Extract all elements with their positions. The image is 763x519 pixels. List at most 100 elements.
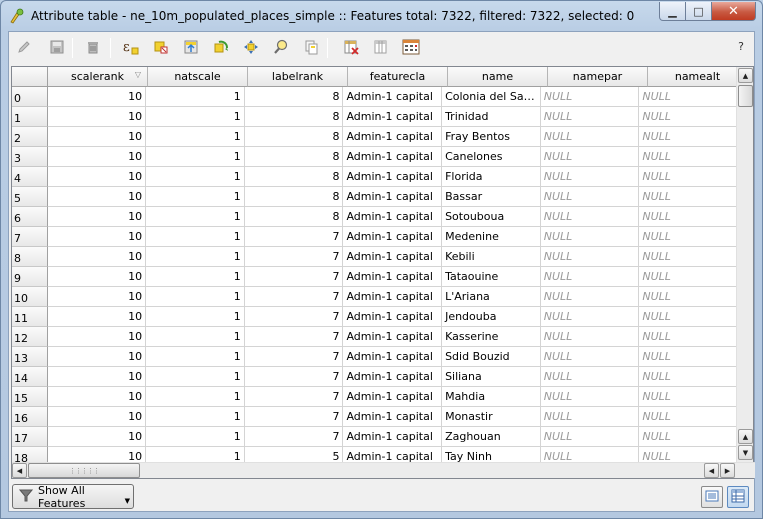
table-row[interactable]: 2 10 1 8 Admin-1 capital Fray Bentos NULL NULL (12, 127, 738, 147)
cell-namealt[interactable]: NULL (639, 427, 738, 447)
cell-natscale[interactable]: 1 (146, 107, 245, 127)
row-header[interactable]: 15 (12, 387, 48, 407)
cell-labelrank[interactable]: 8 (244, 187, 344, 207)
cell-name[interactable]: Trinidad (442, 107, 541, 127)
cell-namealt[interactable]: NULL (639, 147, 738, 167)
cell-namepar[interactable]: NULL (540, 227, 640, 247)
cell-featurecla[interactable]: Admin-1 capital (343, 407, 443, 427)
cell-featurecla[interactable]: Admin-1 capital (343, 127, 443, 147)
cell-scalerank[interactable]: 10 (47, 387, 147, 407)
column-header-labelrank[interactable]: labelrank (248, 67, 348, 87)
cell-featurecla[interactable]: Admin-1 capital (343, 147, 443, 167)
scroll-up-button-lower[interactable]: ▲ (738, 429, 753, 444)
attribute-table[interactable]: scalerank ▽ natscale labelrank featurecla… (11, 66, 755, 479)
table-row[interactable]: 4 10 1 8 Admin-1 capital Florida NULL NULL (12, 167, 738, 187)
row-header[interactable]: 4 (12, 167, 48, 187)
cell-namealt[interactable]: NULL (639, 407, 738, 427)
table-corner-button[interactable] (12, 67, 48, 87)
cell-name[interactable]: Florida (442, 167, 541, 187)
delete-column-button[interactable] (340, 37, 362, 59)
cell-natscale[interactable]: 1 (146, 227, 245, 247)
cell-namepar[interactable]: NULL (540, 247, 640, 267)
cell-natscale[interactable]: 1 (146, 427, 245, 447)
cell-featurecla[interactable]: Admin-1 capital (343, 447, 443, 463)
cell-labelrank[interactable]: 7 (244, 227, 344, 247)
table-row[interactable]: 15 10 1 7 Admin-1 capital Mahdia NULL NULL (12, 387, 738, 407)
row-header[interactable]: 11 (12, 307, 48, 327)
row-header[interactable]: 14 (12, 367, 48, 387)
cell-natscale[interactable]: 1 (146, 87, 245, 107)
column-header-natscale[interactable]: natscale (148, 67, 248, 87)
cell-labelrank[interactable]: 8 (244, 87, 344, 107)
cell-namepar[interactable]: NULL (540, 327, 640, 347)
cell-scalerank[interactable]: 10 (47, 87, 147, 107)
table-row[interactable]: 8 10 1 7 Admin-1 capital Kebili NULL NULL (12, 247, 738, 267)
cell-labelrank[interactable]: 8 (244, 127, 344, 147)
form-view-button[interactable] (701, 486, 723, 508)
table-row[interactable]: 18 10 1 5 Admin-1 capital Tay Ninh NULL NULL (12, 447, 738, 463)
cell-natscale[interactable]: 1 (146, 167, 245, 187)
cell-name[interactable]: L'Ariana (442, 287, 541, 307)
vertical-scroll-thumb[interactable] (738, 85, 753, 107)
table-row[interactable]: 12 10 1 7 Admin-1 capital Kasserine NULL NULL (12, 327, 738, 347)
cell-scalerank[interactable]: 10 (47, 347, 147, 367)
cell-labelrank[interactable]: 8 (244, 147, 344, 167)
cell-namepar[interactable]: NULL (540, 127, 640, 147)
row-header[interactable]: 13 (12, 347, 48, 367)
delete-selected-button[interactable] (82, 37, 104, 59)
cell-labelrank[interactable]: 7 (244, 307, 344, 327)
cell-labelrank[interactable]: 8 (244, 107, 344, 127)
cell-namealt[interactable]: NULL (639, 307, 738, 327)
row-header[interactable]: 10 (12, 287, 48, 307)
cell-featurecla[interactable]: Admin-1 capital (343, 167, 443, 187)
cell-name[interactable]: Siliana (442, 367, 541, 387)
cell-scalerank[interactable]: 10 (47, 267, 147, 287)
cell-namepar[interactable]: NULL (540, 387, 640, 407)
pan-to-selected-button[interactable] (240, 37, 262, 59)
cell-natscale[interactable]: 1 (146, 147, 245, 167)
cell-featurecla[interactable]: Admin-1 capital (343, 87, 443, 107)
cell-labelrank[interactable]: 7 (244, 267, 344, 287)
table-row[interactable]: 3 10 1 8 Admin-1 capital Canelones NULL NULL (12, 147, 738, 167)
row-header[interactable]: 18 (12, 447, 48, 463)
table-view-button[interactable] (727, 486, 749, 508)
cell-name[interactable]: Tay Ninh (442, 447, 541, 463)
cell-scalerank[interactable]: 10 (47, 147, 147, 167)
column-header-name[interactable]: name (448, 67, 548, 87)
unselect-all-button[interactable] (150, 37, 172, 59)
cell-scalerank[interactable]: 10 (48, 447, 147, 463)
table-row[interactable]: 5 10 1 8 Admin-1 capital Bassar NULL NULL (12, 187, 738, 207)
minimize-button[interactable]: ▁ (659, 2, 686, 21)
cell-namealt[interactable]: NULL (639, 367, 738, 387)
cell-name[interactable]: Canelones (442, 147, 541, 167)
cell-natscale[interactable]: 1 (146, 387, 245, 407)
cell-labelrank[interactable]: 7 (244, 407, 344, 427)
cell-labelrank[interactable]: 7 (244, 387, 344, 407)
cell-namealt[interactable]: NULL (639, 107, 738, 127)
row-header[interactable]: 16 (12, 407, 48, 427)
scroll-down-button[interactable]: ▼ (738, 445, 753, 460)
cell-namepar[interactable]: NULL (540, 287, 640, 307)
cell-scalerank[interactable]: 10 (47, 247, 147, 267)
cell-featurecla[interactable]: Admin-1 capital (343, 347, 443, 367)
cell-name[interactable]: Fray Bentos (442, 127, 541, 147)
move-selection-to-top-button[interactable] (180, 37, 202, 59)
row-header[interactable]: 17 (12, 427, 48, 447)
cell-namealt[interactable]: NULL (639, 247, 738, 267)
table-row[interactable]: 13 10 1 7 Admin-1 capital Sdid Bouzid NULL NULL (12, 347, 738, 367)
cell-natscale[interactable]: 1 (146, 267, 245, 287)
cell-labelrank[interactable]: 8 (244, 167, 344, 187)
row-header[interactable]: 9 (12, 267, 48, 287)
cell-namepar[interactable]: NULL (540, 407, 640, 427)
cell-labelrank[interactable]: 5 (245, 447, 344, 463)
cell-namealt[interactable]: NULL (639, 227, 738, 247)
cell-name[interactable]: Sdid Bouzid (442, 347, 541, 367)
cell-namealt[interactable]: NULL (639, 187, 738, 207)
cell-featurecla[interactable]: Admin-1 capital (343, 287, 443, 307)
row-header[interactable]: 1 (12, 107, 48, 127)
table-row[interactable]: 17 10 1 7 Admin-1 capital Zaghouan NULL NULL (12, 427, 738, 447)
cell-scalerank[interactable]: 10 (47, 127, 147, 147)
cell-name[interactable]: Mahdia (442, 387, 541, 407)
cell-natscale[interactable]: 1 (146, 307, 245, 327)
cell-natscale[interactable]: 1 (146, 327, 245, 347)
